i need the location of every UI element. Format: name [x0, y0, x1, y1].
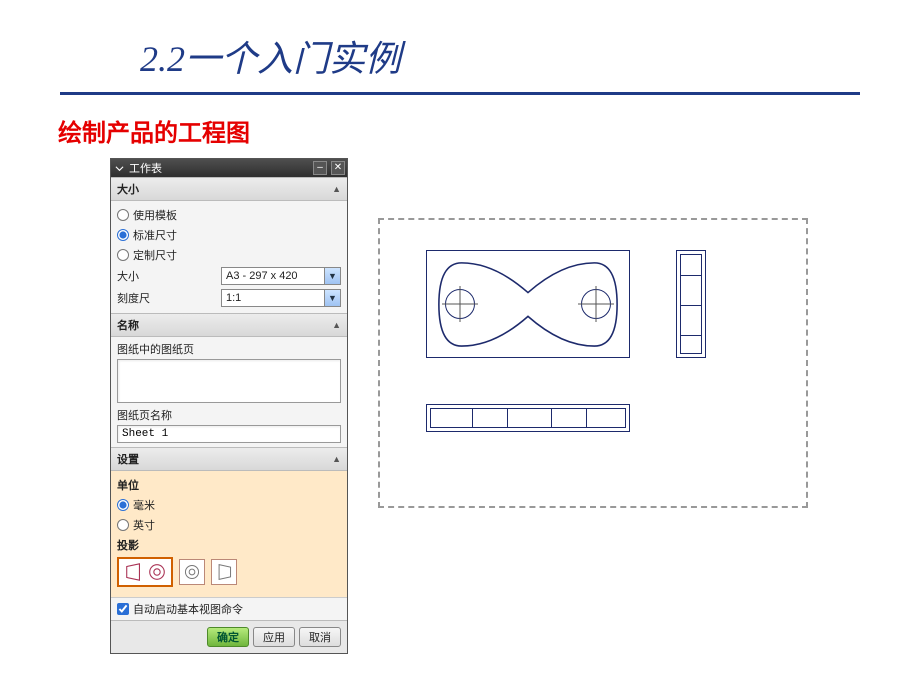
- radio-label-custom: 定制尺寸: [133, 247, 177, 263]
- edge-line: [586, 408, 587, 428]
- caret-icon: ▲: [332, 320, 341, 330]
- hole-left-icon: [445, 289, 475, 319]
- radio-label-mm: 毫米: [133, 497, 155, 513]
- section-header-size[interactable]: 大小 ▲: [111, 177, 347, 201]
- circle-target-icon: [183, 563, 201, 581]
- radio-input-mm[interactable]: [117, 499, 129, 511]
- checkbox-autostart[interactable]: 自动启动基本视图命令: [111, 597, 347, 620]
- dialog-footer: 确定 应用 取消: [111, 620, 347, 653]
- hole-right-icon: [581, 289, 611, 319]
- radio-mm[interactable]: 毫米: [117, 495, 341, 515]
- label-sheets-in-drawing: 图纸中的图纸页: [117, 341, 341, 357]
- projection-third-angle-a[interactable]: [179, 559, 205, 585]
- radio-input-standard[interactable]: [117, 229, 129, 241]
- label-scale: 刻度尺: [117, 290, 150, 306]
- row-size: 大小 A3 - 297 x 420 ▼: [117, 265, 341, 287]
- edge-line: [551, 408, 552, 428]
- worksheet-dialog: 工作表 – ✕ 大小 ▲ 使用模板 标准尺寸 定: [110, 158, 348, 654]
- radio-standard-size[interactable]: 标准尺寸: [117, 225, 341, 245]
- projection-row: [117, 555, 341, 593]
- outline: [680, 254, 702, 354]
- sheet-name-input[interactable]: [117, 425, 341, 443]
- radio-label-standard: 标准尺寸: [133, 227, 177, 243]
- slide-title: 2.2一个入门实例: [140, 30, 900, 82]
- section-body-settings: 单位 毫米 英寸 投影: [111, 471, 347, 597]
- checkbox-input-autostart[interactable]: [117, 603, 129, 615]
- dialog-titlebar[interactable]: 工作表 – ✕: [111, 159, 347, 177]
- caret-icon: ▲: [332, 454, 341, 464]
- radio-label-template: 使用模板: [133, 207, 177, 223]
- section-title-settings: 设置: [117, 451, 139, 467]
- section-header-settings[interactable]: 设置 ▲: [111, 447, 347, 471]
- radio-inch[interactable]: 英寸: [117, 515, 341, 535]
- cancel-button[interactable]: 取消: [299, 627, 341, 647]
- combo-size-value: A3 - 297 x 420: [222, 268, 324, 284]
- sheets-listbox[interactable]: [117, 359, 341, 403]
- radio-use-template[interactable]: 使用模板: [117, 205, 341, 225]
- dropdown-icon[interactable]: ▼: [324, 290, 340, 306]
- apply-button[interactable]: 应用: [253, 627, 295, 647]
- section-title-name: 名称: [117, 317, 139, 333]
- section-header-name[interactable]: 名称 ▲: [111, 313, 347, 337]
- label-units: 单位: [117, 475, 341, 495]
- checkbox-label-autostart: 自动启动基本视图命令: [133, 601, 243, 617]
- radio-input-template[interactable]: [117, 209, 129, 221]
- edge-line: [507, 408, 508, 428]
- radio-input-inch[interactable]: [117, 519, 129, 531]
- frustum-icon: [124, 562, 144, 582]
- section-title-size: 大小: [117, 181, 139, 197]
- section-body-size: 使用模板 标准尺寸 定制尺寸 大小 A3 - 297 x 420 ▼: [111, 201, 347, 313]
- combo-scale-value: 1:1: [222, 290, 324, 306]
- content-row: 工作表 – ✕ 大小 ▲ 使用模板 标准尺寸 定: [110, 158, 900, 654]
- close-button[interactable]: ✕: [331, 161, 345, 175]
- dialog-title: 工作表: [129, 160, 309, 176]
- view-top: [426, 250, 630, 358]
- outline: [430, 408, 626, 428]
- radio-label-inch: 英寸: [133, 517, 155, 533]
- slide: 2.2一个入门实例 绘制产品的工程图 工作表 – ✕ 大小 ▲ 使用模板: [0, 0, 920, 690]
- radio-custom-size[interactable]: 定制尺寸: [117, 245, 341, 265]
- view-front: [426, 404, 630, 432]
- chevron-icon: [113, 162, 125, 174]
- section-body-name: 图纸中的图纸页 图纸页名称: [111, 337, 347, 447]
- ok-button[interactable]: 确定: [207, 627, 249, 647]
- radio-input-custom[interactable]: [117, 249, 129, 261]
- row-scale: 刻度尺 1:1 ▼: [117, 287, 341, 309]
- minimize-button[interactable]: –: [313, 161, 327, 175]
- view-right: [676, 250, 706, 358]
- label-sheet-name: 图纸页名称: [117, 407, 341, 423]
- drawing-preview: [378, 218, 808, 508]
- projection-third-angle-b[interactable]: [211, 559, 237, 585]
- combo-size[interactable]: A3 - 297 x 420 ▼: [221, 267, 341, 285]
- dropdown-icon[interactable]: ▼: [324, 268, 340, 284]
- projection-first-angle[interactable]: [117, 557, 173, 587]
- title-underline: [60, 92, 860, 95]
- label-size: 大小: [117, 268, 139, 284]
- combo-scale[interactable]: 1:1 ▼: [221, 289, 341, 307]
- slide-subtitle: 绘制产品的工程图: [58, 113, 900, 148]
- circle-target-icon: [147, 562, 167, 582]
- label-projection: 投影: [117, 535, 341, 555]
- caret-icon: ▲: [332, 184, 341, 194]
- frustum-icon: [215, 563, 233, 581]
- edge-line: [472, 408, 473, 428]
